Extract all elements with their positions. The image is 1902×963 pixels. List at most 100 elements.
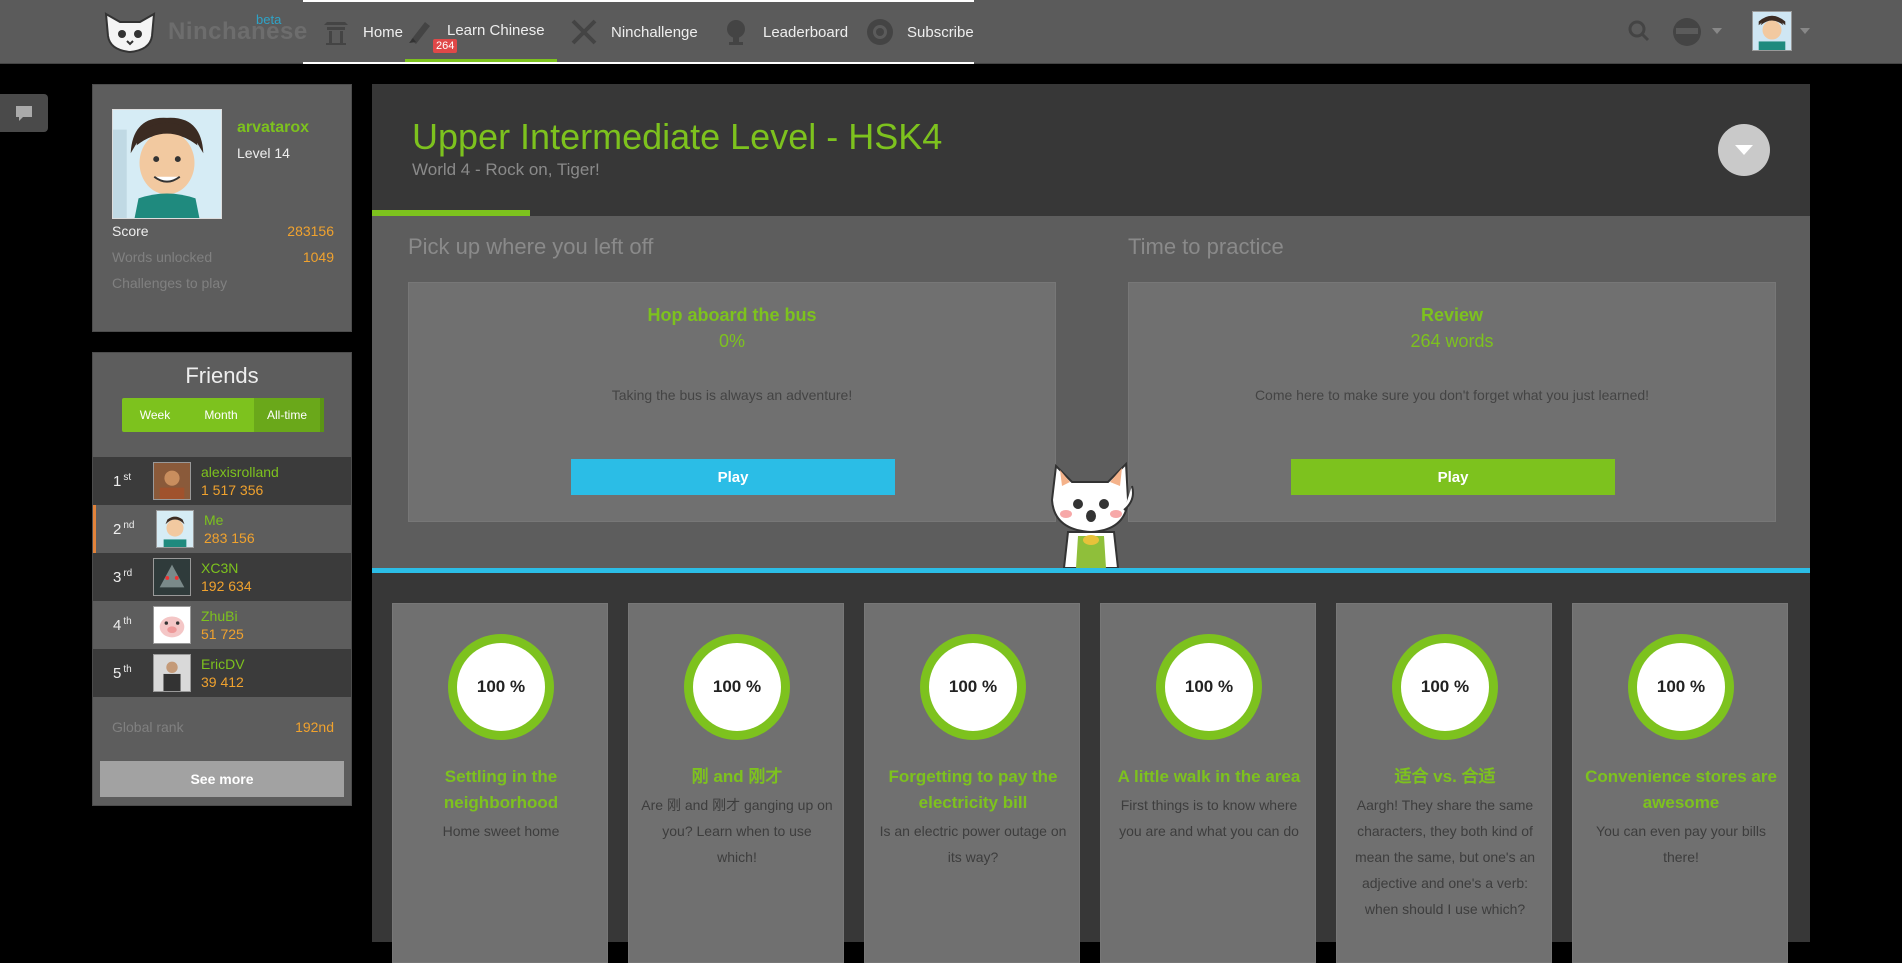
lesson-title: 适合 vs. 合适 [1394, 767, 1496, 786]
trophy-icon [727, 20, 745, 45]
stat-challenges-label: Challenges to play [112, 275, 228, 291]
friend-score: 51 725 [201, 626, 244, 642]
friend-row[interactable]: 4th ZhuBi 51 725 [93, 601, 351, 649]
lesson-title: Forgetting to pay the electricity bill [888, 767, 1058, 812]
friend-row[interactable]: 5th EricDV 39 412 [93, 649, 351, 697]
nav-subscribe[interactable]: Subscribe [865, 2, 974, 62]
friend-score: 192 634 [201, 578, 252, 594]
nav-home-label: Home [363, 23, 404, 41]
profile-avatar[interactable] [112, 109, 222, 219]
continue-play-button[interactable]: Play [571, 459, 895, 495]
friend-name: alexisrolland [201, 464, 279, 480]
lesson-description: Aargh! They share the same characters, t… [1354, 797, 1536, 917]
friend-avatar [153, 606, 191, 644]
see-more-button[interactable]: See more [100, 761, 344, 797]
continue-lesson-card: Hop aboard the bus 0% Taking the bus is … [408, 282, 1056, 522]
lesson-card[interactable]: 100 % Convenience stores are awesome You… [1572, 603, 1788, 963]
lesson-progress-ring: 100 % [684, 634, 790, 740]
search-icon[interactable] [1628, 20, 1650, 42]
lesson-progress-value: 100 % [1637, 643, 1725, 731]
period-month-button[interactable]: Month [188, 398, 254, 432]
lesson-progress-ring: 100 % [1156, 634, 1262, 740]
stat-words-label: Words unlocked [112, 249, 213, 265]
lesson-card[interactable]: 100 % 适合 vs. 合适 Aargh! They share the sa… [1336, 603, 1552, 963]
friend-row[interactable]: 3rd XC3N 192 634 [93, 553, 351, 601]
friend-row-me[interactable]: 2nd Me 283 156 [93, 505, 351, 553]
cat-logo-icon[interactable] [100, 10, 160, 54]
lesson-card[interactable]: 100 % 刚 and 刚才 Are 刚 and 刚才 ganging up o… [628, 603, 844, 963]
friend-rank: 4th [113, 616, 132, 634]
stat-score-value: 283156 [287, 223, 334, 239]
level-title: Upper Intermediate Level - HSK4 [412, 116, 943, 157]
temple-icon [324, 22, 348, 45]
coin-icon [867, 19, 893, 45]
lesson-description: Are 刚 and 刚才 ganging up on you? Learn wh… [641, 797, 833, 865]
nav-ninchallenge[interactable]: Ninchallenge [569, 2, 698, 62]
friend-rank: 2nd [113, 520, 135, 538]
period-all-time-button[interactable]: All-time [254, 398, 324, 432]
level-subtitle: World 4 - Rock on, Tiger! [412, 160, 600, 179]
lesson-progress-value: 100 % [457, 643, 545, 731]
lesson-description: You can even pay your bills there! [1596, 823, 1766, 865]
nav-subscribe-label: Subscribe [907, 23, 974, 41]
nav-home[interactable]: Home [321, 2, 403, 62]
continue-lesson-progress: 0% [718, 331, 745, 351]
stat-words-unlocked: Words unlocked 1049 [112, 249, 334, 265]
friend-avatar [153, 462, 191, 500]
main-panel: Upper Intermediate Level - HSK4 World 4 … [372, 84, 1810, 963]
time-to-practice-heading: Time to practice [1128, 234, 1284, 259]
nav-ninchallenge-label: Ninchallenge [611, 23, 698, 41]
lesson-description: First things is to know where you are an… [1119, 797, 1299, 839]
stat-score: Score 283156 [112, 223, 334, 239]
lesson-progress-ring: 100 % [920, 634, 1026, 740]
lesson-title: A little walk in the area [1117, 767, 1301, 786]
brush-icon [409, 21, 430, 44]
review-description: Come here to make sure you don't forget … [1254, 387, 1650, 403]
swords-icon [571, 19, 597, 45]
level-dropdown-button[interactable] [1718, 124, 1770, 176]
chevron-down-icon[interactable] [1800, 28, 1810, 34]
review-play-button[interactable]: Play [1291, 459, 1615, 495]
nav-learn-chinese[interactable]: Learn Chinese 264 [405, 2, 557, 62]
friend-name: ZhuBi [201, 608, 238, 624]
top-navigation-bar: Ninchanese beta Home Learn Chinese 264 N… [0, 0, 1902, 64]
friend-name: Me [204, 512, 224, 528]
chat-tab[interactable] [0, 94, 48, 132]
chevron-down-icon[interactable] [1712, 28, 1722, 34]
profile-level: Level 14 [237, 145, 290, 161]
friend-name: XC3N [201, 560, 239, 576]
continue-lesson-description: Taking the bus is always an adventure! [611, 387, 853, 403]
stat-score-label: Score [112, 223, 149, 239]
friend-avatar [153, 558, 191, 596]
nav-learn-chinese-label: Learn Chinese [447, 22, 545, 39]
period-week-button[interactable]: Week [122, 398, 188, 432]
lesson-card[interactable]: 100 % Settling in the neighborhood Home … [392, 603, 608, 963]
lesson-card[interactable]: 100 % A little walk in the area First th… [1100, 603, 1316, 963]
friend-rank: 3rd [113, 568, 133, 586]
user-avatar[interactable] [1752, 11, 1792, 51]
global-rank-value: 192nd [295, 719, 334, 735]
brand-name[interactable]: Ninchanese [168, 18, 308, 46]
pick-up-heading: Pick up where you left off [408, 234, 654, 259]
review-card: Review 264 words Come here to make sure … [1128, 282, 1776, 522]
cat-mascot-icon [1050, 461, 1134, 568]
friend-score: 1 517 356 [201, 482, 264, 498]
main-nav: Home Learn Chinese 264 Ninchallenge Lead… [303, 0, 974, 64]
lesson-progress-value: 100 % [693, 643, 781, 731]
lesson-progress-value: 100 % [1401, 643, 1489, 731]
friend-name: EricDV [201, 656, 245, 672]
beta-label: beta [256, 12, 282, 27]
lessons-grid: 100 % Settling in the neighborhood Home … [372, 573, 1810, 963]
friend-score: 283 156 [204, 530, 255, 546]
nav-leaderboard[interactable]: Leaderboard [721, 2, 848, 62]
nav-leaderboard-label: Leaderboard [763, 23, 849, 41]
ninja-notifications-icon[interactable] [1670, 14, 1704, 48]
profile-username[interactable]: arvatarox [237, 119, 309, 137]
lesson-description: Home sweet home [442, 823, 560, 839]
friend-row[interactable]: 1st alexisrolland 1 517 356 [93, 457, 351, 505]
lesson-card[interactable]: 100 % Forgetting to pay the electricity … [864, 603, 1080, 963]
chevron-down-icon [1735, 145, 1753, 155]
profile-card: arvatarox Level 14 Score 283156 Words un… [92, 84, 352, 332]
stat-challenges: Challenges to play [112, 275, 334, 291]
review-count-badge: 264 [433, 39, 458, 53]
